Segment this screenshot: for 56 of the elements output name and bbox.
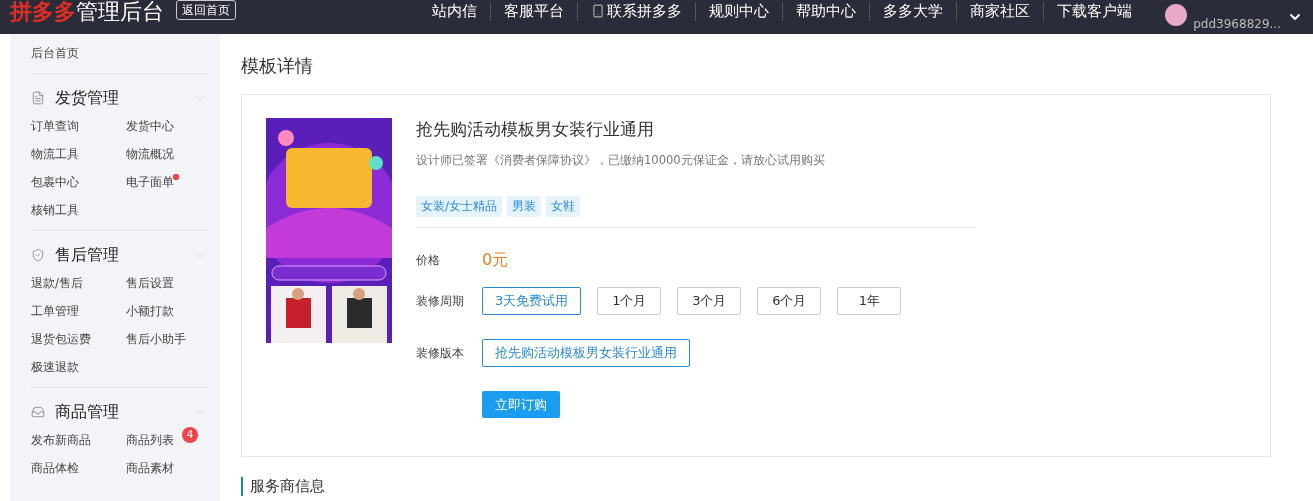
sidebar-link[interactable]: 核销工具 [31,202,84,218]
period-option[interactable]: 3个月 [677,287,742,315]
nav-link[interactable]: 规则中心 [695,1,783,21]
period-option[interactable]: 3天免费试用 [482,287,582,315]
phone-icon [591,4,606,18]
shield-icon [31,248,45,262]
sidebar-link[interactable]: 商品列表 [126,432,179,448]
nav-link[interactable]: 下载客户端 [1043,1,1146,21]
sidebar-link[interactable]: 后台首页 [31,34,208,74]
sidebar-link[interactable]: 订单查询 [31,118,84,134]
price: 0元 [482,250,509,271]
home-button[interactable]: 返回首页 [176,0,236,20]
sidebar-link[interactable]: 物流概况 [126,146,179,162]
sidebar-link[interactable]: 售后小助手 [126,331,191,347]
avatar[interactable] [1165,4,1188,26]
sidebar-link[interactable]: 工单管理 [31,303,84,319]
sidebar-link[interactable]: 商品素材 [126,460,179,476]
logo[interactable]: 拼多多管理后台 [10,0,164,27]
user-id: pdd3968829... [1193,17,1281,31]
sidebar-link[interactable]: 售后设置 [126,275,179,291]
sidebar-link[interactable]: 发布新商品 [31,432,96,448]
nav-link[interactable]: 客服平台 [490,1,578,21]
category-tag: 女装/女士精品 [416,196,503,217]
page-title: 模板详情 [241,54,314,78]
period-option[interactable]: 1个月 [597,287,662,315]
period-option[interactable]: 1年 [837,287,902,315]
sidebar-link[interactable]: 发货中心 [126,118,179,134]
field-label: 价格 [416,252,441,269]
group-title[interactable]: 发货管理 [55,87,119,109]
count-badge: 4 [182,427,198,443]
template-note: 设计师已签署《消费者保障协议》，已缴纳10000元保证金，请放心试用购买 [416,153,826,168]
sidebar-link[interactable]: 退货包运费 [31,331,96,347]
period-option[interactable]: 6个月 [757,287,822,315]
nav-link[interactable]: 多多大学 [869,1,957,21]
sidebar-link[interactable]: 商品体检 [31,460,84,476]
sidebar-link[interactable]: 物流工具 [31,146,84,162]
nav-link[interactable]: 站内信 [419,1,491,21]
field-label: 装修版本 [416,344,465,362]
document-icon [31,91,45,105]
category-tag: 女鞋 [546,196,581,217]
tray-icon [31,405,45,419]
sidebar-link[interactable]: 包裹中心 [31,174,84,190]
category-tag: 男装 [507,196,542,217]
group-title[interactable]: 商品管理 [55,401,119,423]
group-title[interactable]: 售后管理 [55,244,119,266]
sidebar-link[interactable]: 小额打款 [126,303,179,319]
nav-link[interactable]: 联系拼多多 [577,1,696,21]
sidebar-link[interactable]: 极速退款 [31,359,84,375]
sidebar-link[interactable]: 电子面单 [126,174,179,190]
section-title: 服务商信息 [241,477,1271,496]
sidebar-link[interactable]: 退款/售后 [31,275,89,291]
nav-link[interactable]: 帮助中心 [782,1,870,21]
template-name: 抢先购活动模板男女装行业通用 [416,118,655,141]
nav-link[interactable]: 商家社区 [956,1,1044,21]
field-label: 装修周期 [416,292,465,310]
version-option[interactable]: 抢先购活动模板男女装行业通用 [482,339,690,367]
